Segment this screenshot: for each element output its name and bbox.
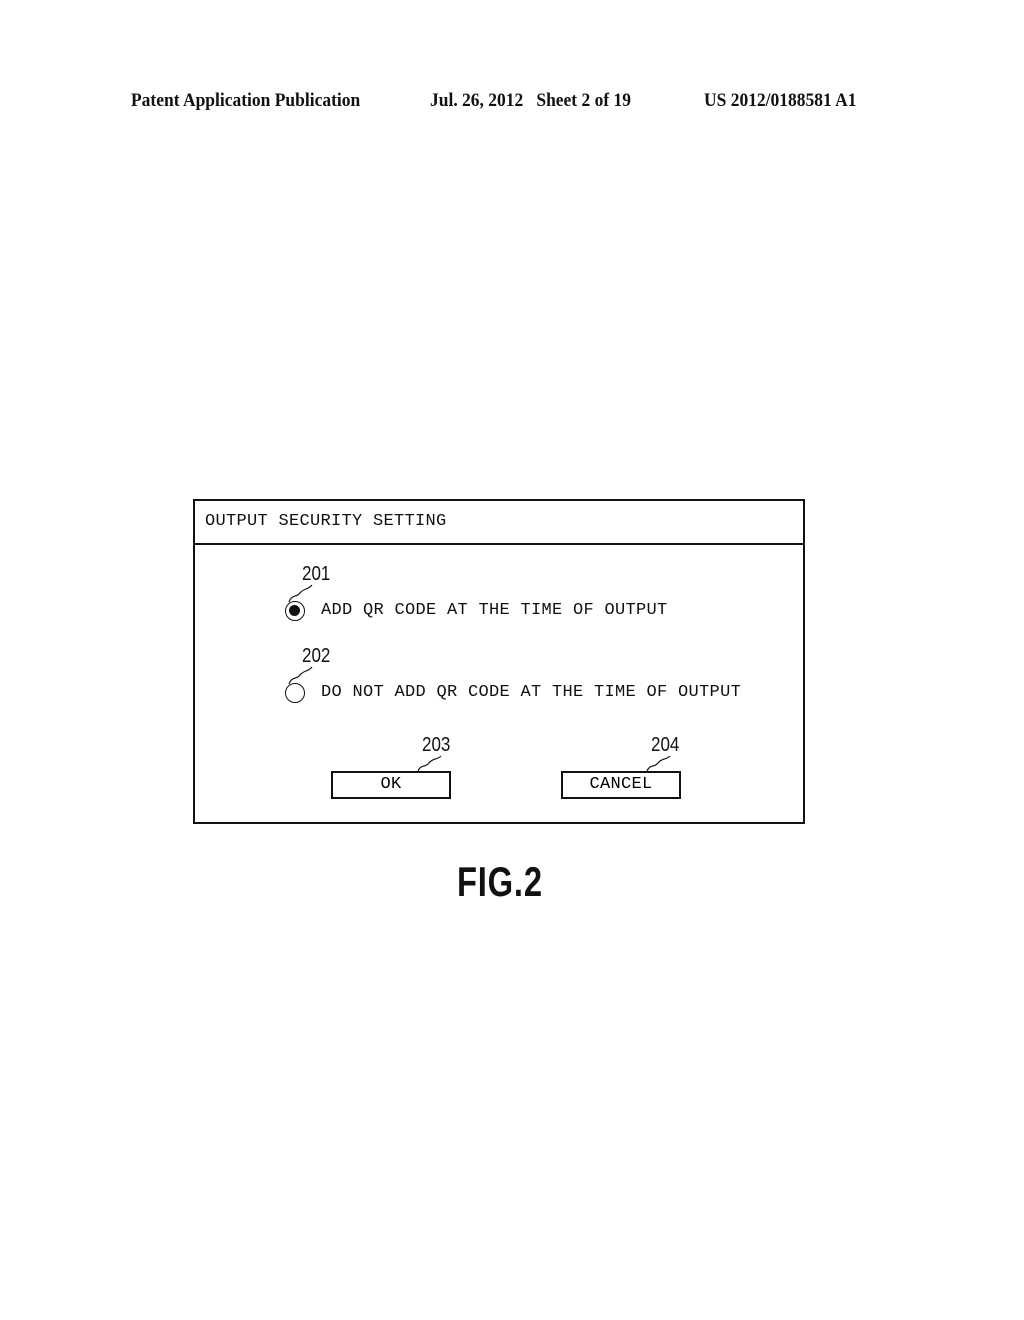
option-label-add-qr-code[interactable]: ADD QR CODE AT THE TIME OF OUTPUT xyxy=(321,601,668,620)
cancel-button[interactable]: CANCEL xyxy=(561,771,681,799)
dialog-title: OUTPUT SECURITY SETTING xyxy=(205,512,447,531)
radio-add-qr-code[interactable] xyxy=(285,601,305,621)
publication-date-sheet: Jul. 26, 2012 Sheet 2 of 19 xyxy=(430,90,632,111)
reference-numeral-203: 203 xyxy=(422,734,451,756)
figure-label: FIG.2 xyxy=(457,858,543,905)
reference-numeral-201: 201 xyxy=(302,563,331,585)
publication-title: Patent Application Publication xyxy=(131,90,361,111)
radio-selected-dot xyxy=(289,605,300,616)
radio-do-not-add-qr-code[interactable] xyxy=(285,683,305,703)
reference-numeral-204: 204 xyxy=(651,734,680,756)
dialog-title-bar: OUTPUT SECURITY SETTING xyxy=(195,501,803,545)
ok-button[interactable]: OK xyxy=(331,771,451,799)
reference-numeral-202: 202 xyxy=(302,645,331,667)
publication-number: US 2012/0188581 A1 xyxy=(704,90,857,111)
output-security-setting-dialog: OUTPUT SECURITY SETTING xyxy=(193,499,805,824)
option-label-do-not-add-qr-code[interactable]: DO NOT ADD QR CODE AT THE TIME OF OUTPUT xyxy=(321,683,741,702)
